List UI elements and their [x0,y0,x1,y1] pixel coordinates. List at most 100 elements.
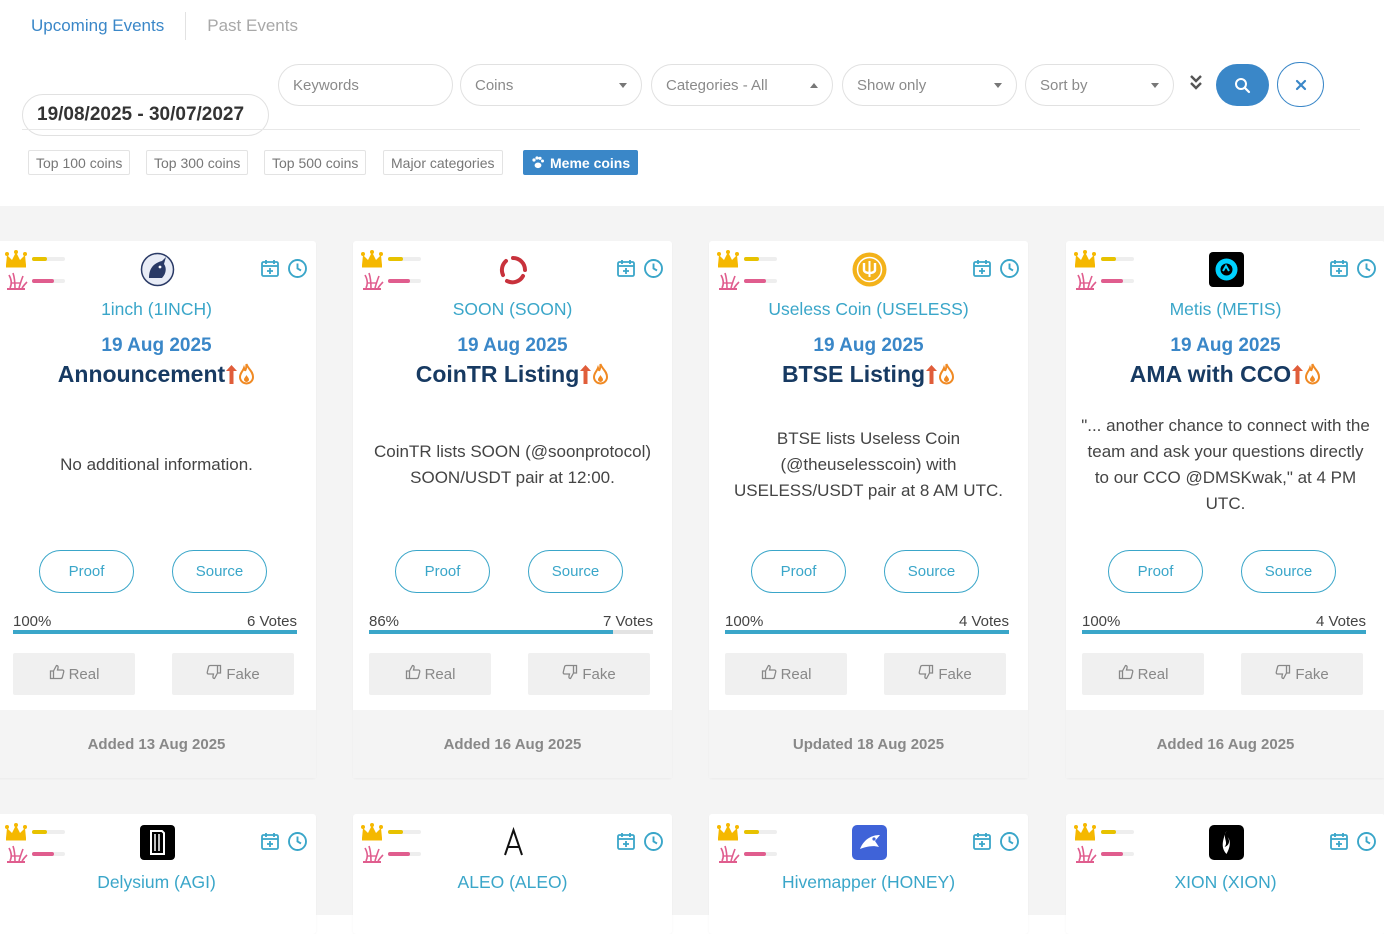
thumbs-down-icon [206,664,222,684]
metis-logo [1208,252,1244,287]
proof-button[interactable]: Proof [751,550,846,593]
trending-icon [360,843,384,868]
vote-real-label: Real [424,665,456,683]
reminder-clock-icon[interactable] [287,831,308,857]
coin-name-link[interactable]: Metis (METIS) [1066,299,1384,320]
coin-name-link[interactable]: ALEO (ALEO) [353,872,672,893]
tab-past-events[interactable]: Past Events [198,16,307,36]
vote-progress-bar [13,630,297,634]
coin-name-link[interactable]: Useless Coin (USELESS) [709,299,1028,320]
vote-fake-button[interactable]: Fake [528,653,650,695]
vote-percent: 86% [369,613,400,630]
hotness-bar [744,279,777,283]
vote-fake-button[interactable]: Fake [884,653,1006,695]
proof-button[interactable]: Proof [1108,550,1203,593]
hotness-bar [744,852,777,856]
reminder-clock-icon[interactable] [999,258,1020,284]
coin-name-link[interactable]: SOON (SOON) [353,299,672,320]
delysium-logo [139,825,175,860]
show-only-select[interactable]: Show only [842,64,1017,106]
add-to-calendar-icon[interactable] [972,258,992,283]
thumbs-down-icon [562,664,578,684]
vote-progress-bar [725,630,1009,634]
event-card: Useless Coin (USELESS) 19 Aug 2025 BTSE … [709,241,1028,778]
thumbs-up-icon [49,664,65,684]
vote-count: 6 Votes [246,613,297,630]
vote-fake-label: Fake [582,665,616,683]
event-title-wrap[interactable]: CoinTR Listing [353,361,672,388]
chip-top-300[interactable]: Top 300 coins [146,150,249,175]
hotness-bar [1101,852,1134,856]
reminder-clock-icon[interactable] [999,831,1020,857]
event-description-text: No additional information. [60,455,253,474]
reminder-clock-icon[interactable] [643,831,664,857]
add-to-calendar-icon[interactable] [972,831,992,856]
chip-meme-coins[interactable]: Meme coins [523,150,639,175]
vote-count: 4 Votes [958,613,1009,630]
categories-select[interactable]: Categories - All [651,64,833,106]
useless-gold-logo [852,252,887,287]
coin-name-link[interactable]: 1inch (1INCH) [0,299,316,320]
keywords-input[interactable]: Keywords [278,64,453,106]
add-to-calendar-icon[interactable] [1329,258,1349,283]
add-to-calendar-icon[interactable] [1329,831,1349,856]
vote-real-button[interactable]: Real [369,653,491,695]
chevron-down-icon [619,82,627,88]
reminder-clock-icon[interactable] [643,258,664,284]
vote-count: 7 Votes [602,613,653,630]
card-footer-added: Added 16 Aug 2025 [1066,710,1384,778]
reminder-clock-icon[interactable] [1356,258,1377,284]
add-to-calendar-icon[interactable] [260,258,280,283]
show-only-label: Show only [857,76,927,94]
sort-by-label: Sort by [1040,76,1088,94]
add-to-calendar-icon[interactable] [616,258,636,283]
chip-top-500[interactable]: Top 500 coins [264,150,367,175]
proof-button[interactable]: Proof [39,550,134,593]
event-card: SOON (SOON) 19 Aug 2025 CoinTR Listing C… [353,241,672,778]
event-date: 19 Aug 2025 [457,335,568,356]
reminder-clock-icon[interactable] [1356,831,1377,857]
reminder-clock-icon[interactable] [287,258,308,284]
vote-fake-label: Fake [1295,665,1329,683]
card-footer-added: Updated 18 Aug 2025 [709,710,1028,778]
coins-select[interactable]: Coins [460,64,642,106]
source-button[interactable]: Source [1241,550,1336,593]
event-tabs: Upcoming Events Past Events [22,10,307,42]
sort-by-select[interactable]: Sort by [1025,64,1174,106]
coin-name-link[interactable]: Hivemapper (HONEY) [709,872,1028,893]
vote-fake-label: Fake [938,665,972,683]
vote-fake-button[interactable]: Fake [172,653,294,695]
fire-icon [238,361,255,387]
hotness-bar [388,852,421,856]
event-title-wrap[interactable]: AMA with CCO [1066,361,1384,388]
vote-fake-button[interactable]: Fake [1241,653,1363,695]
vote-real-button[interactable]: Real [1082,653,1204,695]
add-to-calendar-icon[interactable] [616,831,636,856]
trending-icon [360,270,384,295]
source-button[interactable]: Source [528,550,623,593]
trending-up-arrow-icon [225,361,238,387]
coin-name-link[interactable]: XION (XION) [1066,872,1384,893]
search-button[interactable] [1216,64,1269,106]
coin-name-link[interactable]: Delysium (AGI) [0,872,316,893]
source-button[interactable]: Source [172,550,267,593]
chip-major-categories[interactable]: Major categories [383,150,503,175]
event-card: XION (XION) [1066,814,1384,934]
thumbs-up-icon [1118,664,1134,684]
event-description: No additional information. [11,401,302,529]
event-title-wrap[interactable]: Announcement [0,361,316,388]
vote-real-button[interactable]: Real [13,653,135,695]
clear-filters-button[interactable] [1277,62,1324,107]
source-button[interactable]: Source [884,550,979,593]
event-title-wrap[interactable]: BTSE Listing [709,361,1028,388]
proof-button[interactable]: Proof [395,550,490,593]
chip-top-100[interactable]: Top 100 coins [28,150,131,175]
tab-upcoming-events[interactable]: Upcoming Events [22,16,173,36]
tab-divider [185,12,187,40]
vote-real-button[interactable]: Real [725,653,847,695]
event-date: 19 Aug 2025 [813,335,924,356]
add-to-calendar-icon[interactable] [260,831,280,856]
paw-icon [532,156,544,169]
double-chevron-down-icon[interactable] [1187,73,1205,93]
close-icon [1295,79,1306,90]
